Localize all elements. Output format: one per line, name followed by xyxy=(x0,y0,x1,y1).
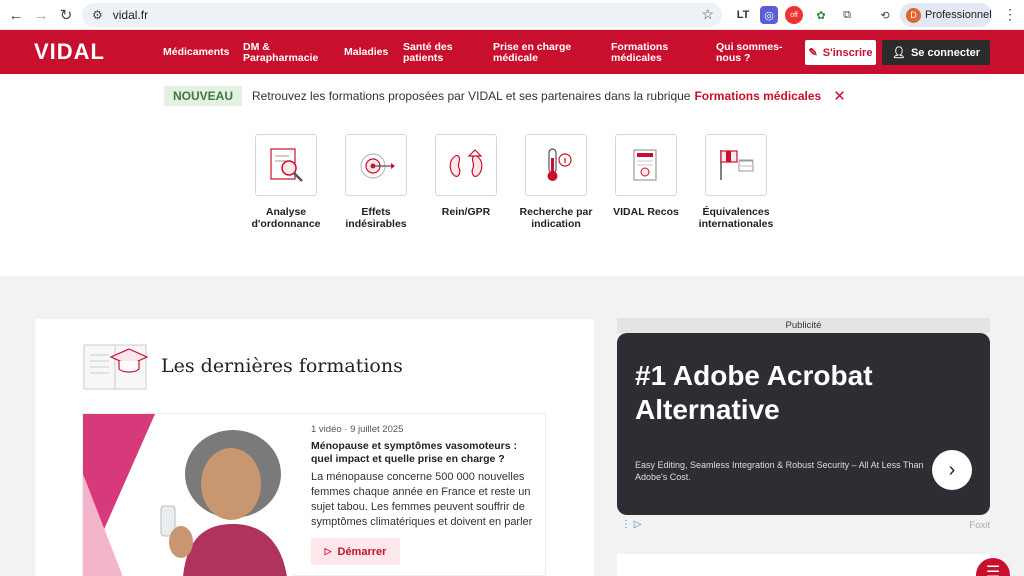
bookmark-star-icon[interactable]: ☆ xyxy=(701,6,714,23)
back-icon[interactable]: ← xyxy=(3,2,29,28)
kidney-icon xyxy=(435,134,497,196)
extension-icon[interactable]: ◎ xyxy=(760,6,778,24)
site-settings-icon[interactable]: ⚙ xyxy=(92,8,103,22)
browser-toolbar: ← → ↻ ⚙ vidal.fr ☆ LT ◎ off ✿ ⧉ ⟲ D Prof… xyxy=(0,0,1024,30)
tool-analyse-ordonnance[interactable]: Analyse d'ordonnance xyxy=(241,134,331,230)
tool-label: Équivalences internationales xyxy=(698,206,774,230)
languagetool-extension-icon[interactable]: LT xyxy=(734,6,752,24)
avatar: D xyxy=(906,7,921,23)
target-icon xyxy=(345,134,407,196)
start-button[interactable]: ▷ Démarrer xyxy=(311,538,400,565)
reload-icon[interactable]: ↻ xyxy=(53,2,79,28)
close-icon[interactable]: ✕ xyxy=(833,87,846,105)
ad-sponsor: Foxit xyxy=(969,520,990,531)
tool-effets-indesirables[interactable]: Effets indésirables xyxy=(331,134,421,230)
document-recos-icon xyxy=(615,134,677,196)
tool-label: Rein/GPR xyxy=(441,206,491,218)
chevron-right-icon[interactable]: › xyxy=(932,450,972,490)
flags-icon xyxy=(705,134,767,196)
ad-title: #1 Adobe Acrobat Alternative xyxy=(635,360,873,425)
nav-medicaments[interactable]: Médicaments xyxy=(163,47,230,58)
announcement-banner: NOUVEAU Retrouvez les formations proposé… xyxy=(164,86,846,106)
forward-icon[interactable]: → xyxy=(28,2,54,28)
tool-label: Effets indésirables xyxy=(345,206,407,230)
article-meta: 1 vidéo · 9 juillet 2025 xyxy=(311,424,404,435)
tool-label: VIDAL Recos xyxy=(613,206,679,218)
ad-label: Publicité xyxy=(617,318,990,333)
signup-label: S'inscrire xyxy=(822,46,873,59)
puzzle-extensions-icon[interactable]: ⧉ xyxy=(838,6,856,24)
quick-tools-section: NOUVEAU Retrouvez les formations proposé… xyxy=(0,74,1024,276)
nav-prise-en-charge[interactable]: Prise en charge médicale xyxy=(493,42,573,64)
thermometer-icon xyxy=(525,134,587,196)
prescription-analysis-icon xyxy=(255,134,317,196)
article-description: La ménopause concerne 500 000 nouvelles … xyxy=(311,471,533,543)
signup-button[interactable]: ✎ S'inscrire xyxy=(805,40,876,65)
section-title: Les dernières formations xyxy=(161,355,403,377)
tool-rein-gpr[interactable]: Rein/GPR xyxy=(421,134,511,218)
banner-link[interactable]: Formations médicales xyxy=(694,89,821,103)
book-graduation-cap-icon xyxy=(83,341,149,391)
article-image[interactable] xyxy=(83,414,293,576)
profile-chip[interactable]: D Professionnel xyxy=(900,3,992,27)
tool-label: Analyse d'ordonnance xyxy=(251,206,321,230)
nav-qui-sommes-nous[interactable]: Qui sommes-nous ? xyxy=(716,42,786,64)
formation-article[interactable]: 1 vidéo · 9 juillet 2025 Ménopause et sy… xyxy=(82,413,546,576)
user-icon: 👤︎ xyxy=(891,47,906,59)
nav-sante-patients[interactable]: Santé des patients xyxy=(403,42,463,64)
nav-maladies[interactable]: Maladies xyxy=(344,47,388,58)
address-bar[interactable]: ⚙ vidal.fr ☆ xyxy=(82,3,722,27)
article-title[interactable]: Ménopause et symptômes vasomoteurs : que… xyxy=(311,440,541,466)
start-label: Démarrer xyxy=(337,545,387,558)
plant-extension-icon[interactable]: ✿ xyxy=(812,6,830,24)
tool-recherche-indication[interactable]: Recherche par indication xyxy=(511,134,601,230)
latest-formations-card: Les dernières formations 1 vidéo · 9 jui… xyxy=(35,319,594,576)
play-icon: ▷ xyxy=(324,546,332,556)
browser-menu-icon[interactable]: ⋮ xyxy=(1003,6,1017,23)
tool-vidal-recos[interactable]: VIDAL Recos xyxy=(601,134,691,218)
profile-name: Professionnel xyxy=(925,9,992,21)
adblock-extension-icon[interactable]: off xyxy=(785,6,803,24)
login-button[interactable]: 👤︎ Se connecter xyxy=(882,40,990,65)
new-badge: NOUVEAU xyxy=(164,86,243,106)
tool-equivalences-internationales[interactable]: Équivalences internationales xyxy=(691,134,781,230)
site-header: VIDAL Médicaments DM & Parapharmacie Mal… xyxy=(0,30,1024,74)
url-text: vidal.fr xyxy=(112,8,149,22)
sync-icon[interactable]: ⟲ xyxy=(876,6,894,24)
next-card xyxy=(617,554,990,576)
edit-icon: ✎ xyxy=(808,47,818,59)
advertisement[interactable]: #1 Adobe Acrobat Alternative Easy Editin… xyxy=(617,333,990,515)
adchoices-icon[interactable]: ⋮ ▷ xyxy=(621,519,641,530)
ad-footer: ⋮ ▷ Foxit xyxy=(617,519,990,533)
tool-label: Recherche par indication xyxy=(519,206,593,230)
ad-subtitle: Easy Editing, Seamless Integration & Rob… xyxy=(635,460,924,482)
vidal-logo[interactable]: VIDAL xyxy=(34,39,105,65)
nav-formations-medicales[interactable]: Formations médicales xyxy=(611,42,681,64)
login-label: Se connecter xyxy=(910,46,981,59)
banner-text: Retrouvez les formations proposées par V… xyxy=(252,89,691,103)
nav-dm-parapharmacie[interactable]: DM & Parapharmacie xyxy=(243,42,323,64)
